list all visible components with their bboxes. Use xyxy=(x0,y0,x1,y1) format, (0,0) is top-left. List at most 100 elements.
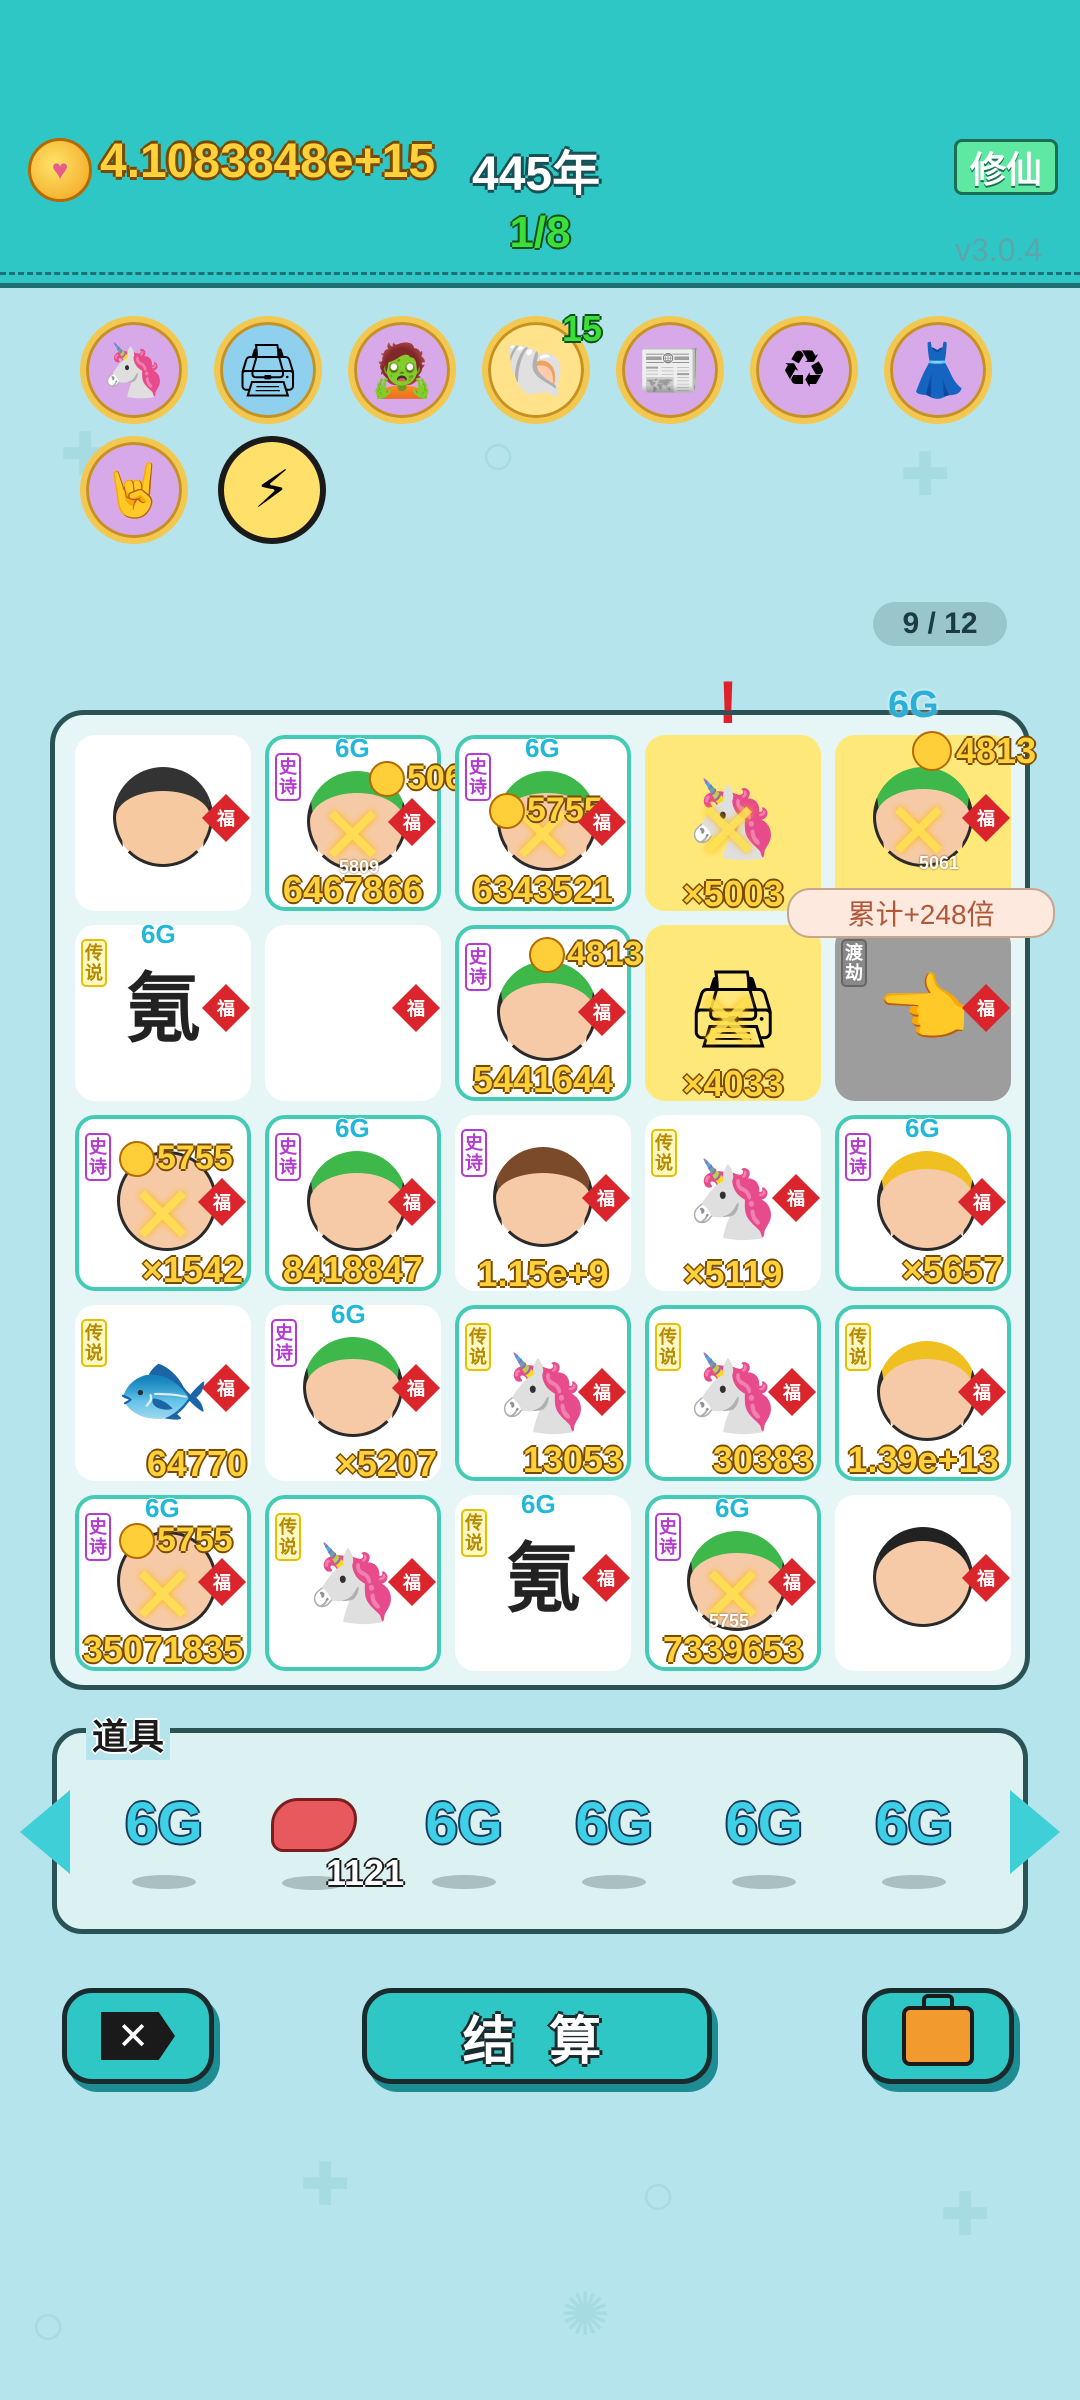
man-face-icon xyxy=(873,1527,973,1627)
cell-value: 30383 xyxy=(712,1439,813,1480)
board-cell[interactable]: 史诗 ✕ 5755 福 ×1542 xyxy=(75,1115,251,1291)
scroll-right-arrow[interactable] xyxy=(1010,1790,1060,1874)
green-hair-face-icon xyxy=(303,1337,403,1437)
tool-six-g[interactable]: 6G xyxy=(404,1790,524,1889)
rarity-tag: 史诗 xyxy=(845,1133,871,1181)
small-coin-label: 5061 xyxy=(919,853,960,873)
tool-six-g[interactable]: 6G xyxy=(854,1790,974,1889)
cross-effect-icon: ✕ xyxy=(695,977,763,1066)
board-cell[interactable]: 传说 6G 氪 福 xyxy=(455,1489,631,1671)
board-cell[interactable]: 史诗 6G 福 ×5657 xyxy=(835,1113,1011,1291)
board-cell[interactable]: 史诗 6G 福 8418847 xyxy=(265,1113,441,1291)
cell-value: 6343521 xyxy=(472,869,614,910)
rarity-tag: 史诗 xyxy=(465,753,491,801)
six-g-badge: 6G xyxy=(905,1113,940,1143)
six-g-icon: 6G xyxy=(575,1791,653,1856)
six-g-badge: 6G xyxy=(141,919,176,949)
board-cell[interactable]: 史诗 6G 福 ×5207 xyxy=(265,1299,441,1484)
years-counter: 445年 xyxy=(472,148,601,201)
board-cell[interactable]: 传说 🦄 福 ×5119 xyxy=(645,1115,821,1294)
cell-value: ×1542 xyxy=(141,1249,243,1290)
time-magazine-skill-icon[interactable]: 📰 xyxy=(616,316,724,424)
tool-six-g[interactable]: 6G xyxy=(104,1790,224,1889)
coin-gain-label: 5755 xyxy=(119,1521,233,1560)
six-g-icon: 6G xyxy=(725,1791,803,1856)
green-hair-face-skill-icon[interactable]: 🧟 xyxy=(348,316,456,424)
item-shadow xyxy=(132,1875,196,1889)
top-header-bar: ♥ 4.1083848e+15 445年 修仙 1/8 v3.0.4 xyxy=(0,0,1080,288)
item-shadow xyxy=(882,1875,946,1889)
board-cell-highlighted[interactable]: 🦄 ✕ ×5003 xyxy=(645,735,821,914)
coin-gain-label: 4813 xyxy=(912,730,1036,772)
board-cell[interactable]: 史诗 6G ✕ 5755 福 6343521 xyxy=(455,733,631,911)
cell-value: 64770 xyxy=(146,1443,247,1484)
girl-face-icon xyxy=(493,1147,593,1247)
item-shadow xyxy=(582,1875,646,1889)
lightning-skill-icon[interactable]: ⚡ xyxy=(218,436,326,544)
cell-value: ×5207 xyxy=(335,1443,437,1484)
cell-value: 1.15e+9 xyxy=(477,1253,609,1294)
six-g-icon: 6G xyxy=(425,1791,503,1856)
six-g-badge: 6G xyxy=(525,733,560,763)
settle-button[interactable]: 结 算 xyxy=(362,1988,712,2084)
rarity-tag: 史诗 xyxy=(85,1513,111,1561)
briefcase-icon xyxy=(902,1994,974,2066)
board-cell[interactable]: 史诗 6G ✕ 5061 5809 福 6467866 xyxy=(265,733,483,911)
six-g-badge: 6G xyxy=(888,684,939,726)
item-shadow xyxy=(732,1875,796,1889)
tools-title: 道具 xyxy=(86,1708,171,1760)
fu-icon: 福 xyxy=(391,983,441,1033)
unicorn-skill-icon[interactable]: 🦄 xyxy=(80,316,188,424)
rarity-tag: 史诗 xyxy=(271,1319,297,1367)
tool-six-g[interactable]: 6G xyxy=(704,1790,824,1889)
cell-value: 35071835 xyxy=(82,1629,244,1670)
gold-coin-icon: ♥ xyxy=(28,138,92,202)
tool-six-g[interactable]: 6G xyxy=(554,1790,674,1889)
rarity-tag: 史诗 xyxy=(461,1129,487,1177)
board-cell[interactable]: 福 xyxy=(835,1495,1011,1671)
skirt-skill-icon[interactable]: 👗 xyxy=(884,316,992,424)
delete-button[interactable]: ✕ xyxy=(62,1988,214,2084)
six-g-badge: 6G xyxy=(335,1113,370,1143)
board-cell[interactable]: 传说 福 1.39e+13 xyxy=(835,1305,1011,1481)
board-cell[interactable]: 史诗 6G ✕ 5755 福 35071835 xyxy=(75,1493,251,1671)
board-cell[interactable]: 史诗 福 1.15e+9 xyxy=(455,1115,631,1294)
cell-value: 1.39e+13 xyxy=(847,1439,999,1480)
cell-value: 6467866 xyxy=(282,869,424,910)
stage-progress: 1/8 xyxy=(509,208,571,257)
board-cell-thief[interactable]: 福 xyxy=(75,735,251,911)
board-cell-empty[interactable]: 福 xyxy=(265,925,441,1101)
bonus-tooltip: 累计+248倍 xyxy=(787,888,1055,938)
rarity-tag: 传说 xyxy=(845,1323,871,1371)
scroll-left-arrow[interactable] xyxy=(20,1790,70,1874)
rarity-tag: 史诗 xyxy=(655,1513,681,1561)
board-cell[interactable]: 传说 🐟 福 64770 xyxy=(75,1305,251,1484)
cell-value: ×5657 xyxy=(901,1249,1003,1290)
board-cell-highlighted[interactable]: 🖨 ✕ ×4033 xyxy=(645,925,821,1104)
recycle-skill-icon[interactable]: ♻ xyxy=(750,316,858,424)
six-g-badge: 6G xyxy=(521,1489,556,1519)
board-cell[interactable]: 传说 🦄 福 13053 xyxy=(455,1305,631,1481)
cell-value: 5441644 xyxy=(472,1059,614,1100)
bag-button[interactable] xyxy=(862,1988,1014,2084)
board-cell[interactable]: 传说 🦄 福 xyxy=(265,1495,441,1671)
cultivate-button[interactable]: 修仙 xyxy=(954,139,1058,195)
board-cell-gray[interactable]: 渡劫 👈 福 xyxy=(835,925,1011,1101)
rarity-tag: 史诗 xyxy=(275,753,301,801)
rock-hand-skill-icon[interactable]: 🤘 xyxy=(80,436,188,544)
liver-icon xyxy=(271,1798,357,1852)
rarity-tag: 史诗 xyxy=(85,1133,111,1181)
board-cell[interactable]: 史诗 6G ✕ 5755 福 7339653 xyxy=(645,1493,821,1671)
shell-skill-count: 15 xyxy=(562,308,603,349)
six-g-badge: 6G xyxy=(331,1299,366,1329)
printer-skill-icon[interactable]: 🖨 xyxy=(214,316,322,424)
board-cell[interactable]: 传说 🦄 福 30383 xyxy=(645,1305,821,1481)
board-cell[interactable]: 传说 6G 氪 福 xyxy=(75,919,251,1101)
six-g-badge: 6G xyxy=(715,1493,750,1523)
gold-amount: 4.1083848e+15 xyxy=(100,135,436,188)
board-cell[interactable]: 史诗 4813 福 5441644 xyxy=(455,925,643,1101)
coin-gain-label: 5755 xyxy=(119,1139,233,1178)
thief-face-icon xyxy=(113,767,213,867)
liver-count: 1121 xyxy=(326,1852,405,1893)
cell-value: 13053 xyxy=(522,1439,623,1480)
